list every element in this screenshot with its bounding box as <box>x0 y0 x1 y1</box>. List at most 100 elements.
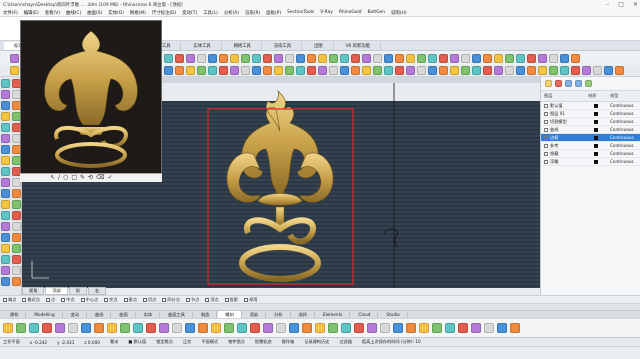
layer-row[interactable]: 切割模型 Continuous <box>541 118 640 126</box>
new-layer-icon[interactable] <box>545 80 552 87</box>
sculpt-tool-icon[interactable] <box>3 323 13 333</box>
layer-color-swatch[interactable] <box>594 103 598 108</box>
toolbar-tool-icon[interactable] <box>472 66 481 75</box>
menu-item[interactable]: 曲面(S) <box>87 10 102 16</box>
left-tool-icon[interactable] <box>12 211 21 220</box>
toolbar-tool-icon[interactable] <box>208 53 217 63</box>
left-tool-icon[interactable] <box>1 266 10 275</box>
sculpt-tool-icon[interactable] <box>289 323 299 333</box>
menu-item[interactable]: 说明(H) <box>391 10 407 16</box>
toolbar-tool-icon[interactable] <box>373 53 382 63</box>
move-down-icon[interactable] <box>575 80 582 87</box>
toolbar-tool-icon[interactable] <box>384 53 393 63</box>
toolbar-tool-icon[interactable] <box>329 53 338 63</box>
sculpt-tool-icon[interactable] <box>419 323 429 333</box>
sculpt-tool-icon[interactable] <box>263 323 273 333</box>
toolbar-tab[interactable]: 实体工具 <box>183 41 222 50</box>
sculpt-tool-icon[interactable] <box>432 323 442 333</box>
bottom-tab[interactable]: 变动 <box>64 311 87 318</box>
toolbar-tool-icon[interactable] <box>483 53 492 63</box>
toolbar-tool-icon[interactable] <box>340 53 349 63</box>
toolbar-tool-icon[interactable] <box>538 53 547 63</box>
sculpt-tool-icon[interactable] <box>393 323 403 333</box>
osnap-checkbox[interactable] <box>61 297 66 302</box>
toolbar-tool-icon[interactable] <box>241 53 250 63</box>
toolbar-tool-icon[interactable] <box>340 66 349 75</box>
left-tool-icon[interactable] <box>1 189 10 198</box>
sculpt-tool-icon[interactable] <box>406 323 416 333</box>
osnap-option[interactable]: 点 <box>45 297 55 303</box>
reference-tool-icon[interactable]: ⟲ <box>88 174 93 182</box>
left-tool-icon[interactable] <box>1 277 10 286</box>
left-tool-icon[interactable] <box>1 123 10 132</box>
osnap-checkbox[interactable] <box>244 297 249 302</box>
viewport-tab[interactable]: 顶部 <box>45 287 68 295</box>
sculpt-tool-icon[interactable] <box>133 323 143 333</box>
toolbar-tool-icon[interactable] <box>197 53 206 63</box>
bottom-tab[interactable]: 雕刻 <box>218 311 242 318</box>
layer-row[interactable]: 边框 Continuous <box>541 134 640 142</box>
toolbar-tool-icon[interactable] <box>494 53 503 63</box>
toolbar-tool-icon[interactable] <box>307 53 316 63</box>
menu-item[interactable]: V-Ray <box>320 10 333 15</box>
sculpt-tool-icon[interactable] <box>471 323 481 333</box>
layer-visibility-icon[interactable] <box>544 119 548 124</box>
left-tool-icon[interactable] <box>1 145 10 154</box>
osnap-option[interactable]: 交点 <box>104 297 118 303</box>
toolbar-tool-icon[interactable] <box>395 53 404 63</box>
bottom-tab[interactable]: 曲线 <box>88 311 112 318</box>
toolbar-tab[interactable]: V6 的新功能 <box>336 41 381 50</box>
bottom-tab[interactable]: 选择 <box>292 311 315 318</box>
bottom-tab[interactable]: 实体 <box>137 311 161 318</box>
toolbar-tool-icon[interactable] <box>362 53 371 63</box>
layer-row[interactable]: 曲线 Continuous <box>541 126 640 134</box>
left-tool-icon[interactable] <box>12 266 21 275</box>
toolbar-tool-icon[interactable] <box>263 53 272 63</box>
osnap-option[interactable]: 中心点 <box>80 297 98 303</box>
toolbar-tool-icon[interactable] <box>186 53 195 63</box>
sculpt-tool-icon[interactable] <box>315 323 325 333</box>
osnap-checkbox[interactable] <box>123 297 128 302</box>
left-tool-icon[interactable] <box>12 200 21 209</box>
sculpt-tool-icon[interactable] <box>224 323 234 333</box>
toolbar-tool-icon[interactable] <box>197 66 206 75</box>
status-ortho[interactable]: 正交 <box>183 339 191 345</box>
menu-item[interactable]: 文件(F) <box>3 10 18 16</box>
osnap-checkbox[interactable] <box>45 297 50 302</box>
toolbar-tool-icon[interactable] <box>472 53 481 63</box>
toolbar-tool-icon[interactable] <box>439 53 448 63</box>
delete-layer-icon[interactable] <box>555 80 562 87</box>
layer-color-swatch[interactable] <box>594 127 598 132</box>
viewport-tab[interactable]: 前 <box>68 287 87 295</box>
toolbar-tool-icon[interactable] <box>351 53 360 63</box>
layer-visibility-icon[interactable] <box>544 135 548 140</box>
menu-item[interactable]: 网格(M) <box>130 10 146 16</box>
sculpt-tool-icon[interactable] <box>237 323 247 333</box>
osnap-option[interactable]: 顶点 <box>205 297 219 303</box>
sculpt-tool-icon[interactable] <box>198 323 208 333</box>
menu-item[interactable]: 工具(L) <box>203 10 218 16</box>
toolbar-tool-icon[interactable] <box>450 66 459 75</box>
left-tool-icon[interactable] <box>1 178 10 187</box>
left-tool-icon[interactable] <box>1 101 10 110</box>
sculpt-tool-icon[interactable] <box>354 323 364 333</box>
layer-color-swatch[interactable] <box>594 151 598 156</box>
toolbar-tool-icon[interactable] <box>428 53 437 63</box>
menu-item[interactable]: 面板(P) <box>266 10 281 16</box>
osnap-option[interactable]: 端点 <box>3 297 16 303</box>
sculpt-tool-icon[interactable] <box>94 323 104 333</box>
sculpt-tool-icon[interactable] <box>68 323 78 333</box>
toolbar-tool-icon[interactable] <box>615 66 624 75</box>
maximize-button[interactable]: □ <box>618 0 624 9</box>
layer-visibility-icon[interactable] <box>544 127 548 132</box>
sculpt-tool-icon[interactable] <box>497 323 507 333</box>
left-tool-icon[interactable] <box>1 222 10 231</box>
status-smarttrack[interactable]: 智慧轨迹 <box>255 339 272 345</box>
left-tool-icon[interactable] <box>1 200 10 209</box>
toolbar-tool-icon[interactable] <box>571 53 580 63</box>
toolbar-tool-icon[interactable] <box>527 53 536 63</box>
toolbar-tool-icon[interactable] <box>296 66 305 75</box>
menu-item[interactable]: 查看(V) <box>45 10 60 16</box>
status-layer[interactable]: ■ 默认值 <box>128 339 146 345</box>
menu-item[interactable]: BoltGen <box>368 10 386 15</box>
